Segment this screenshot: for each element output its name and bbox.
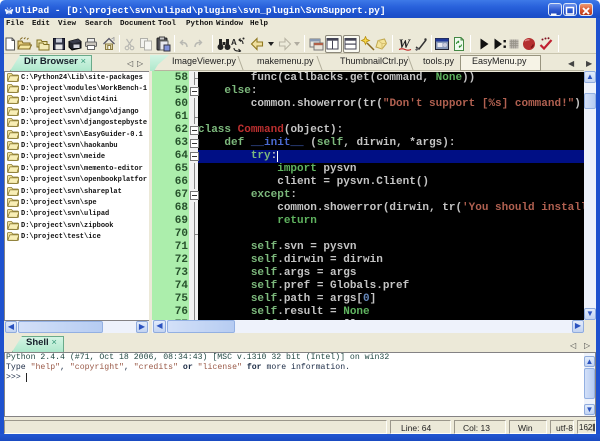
svg-text:A: A <box>231 38 237 47</box>
